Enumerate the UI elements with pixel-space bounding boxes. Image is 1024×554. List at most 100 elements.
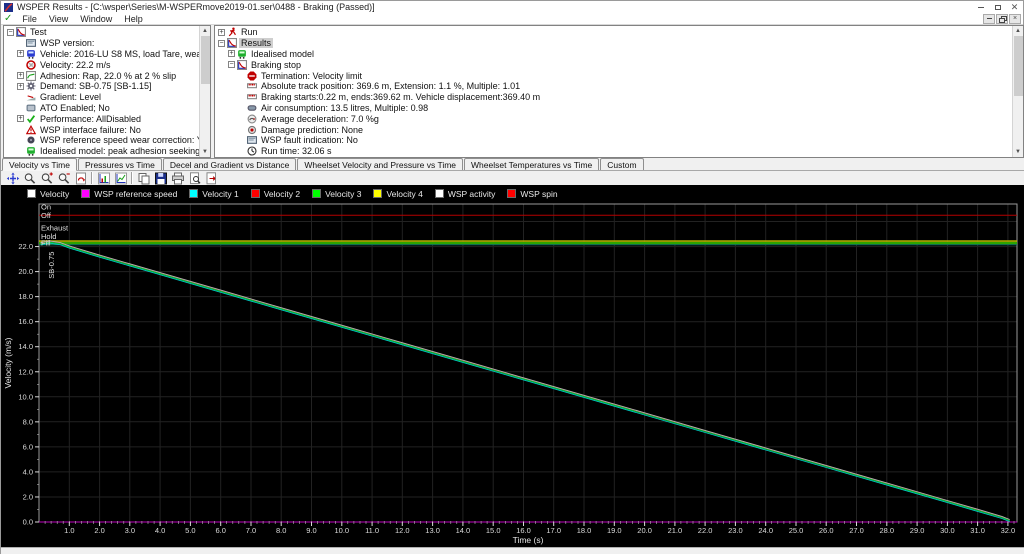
close-button[interactable]: ✕ [1006, 2, 1023, 13]
tree-item[interactable]: WSP version: [4, 38, 199, 49]
svg-text:4.0: 4.0 [155, 526, 165, 535]
svg-text:12.0: 12.0 [18, 367, 33, 376]
print-tool[interactable] [169, 171, 186, 185]
expand-toggle[interactable]: + [17, 72, 24, 80]
velocity-time-chart[interactable]: 1.0 2.0 3.0 4.0 5.0 6.0 7.0 8.0 9.0 10.0 11.0 12.0 1… [1, 201, 1024, 547]
tree-item-label: Air consumption: 13.5 litres, Multiple: … [261, 102, 429, 113]
tree-item[interactable]: + Performance: AllDisabled [4, 113, 199, 124]
expand-toggle[interactable]: − [228, 61, 235, 69]
tree-item[interactable]: − Test [4, 27, 199, 38]
legend-swatch [189, 189, 199, 198]
tab-custom[interactable]: Custom [600, 158, 644, 170]
save-tool[interactable] [152, 171, 169, 185]
tree-item[interactable]: WSP fault indication: No [215, 135, 1012, 146]
zoom-out-tool[interactable] [55, 171, 72, 185]
tree-item[interactable]: Gradient: Level [4, 92, 199, 103]
legend-item: Velocity 2 [250, 189, 300, 199]
tab-wheelset-temperatures-vs-time[interactable]: Wheelset Temperatures vs Time [464, 158, 600, 170]
chart-legend: Velocity WSP reference speed Velocity 1 Vel… [27, 188, 570, 199]
tree-item[interactable]: WSP interface failure: No [4, 124, 199, 135]
scroll-down-icon[interactable]: ▼ [199, 147, 210, 157]
tree-item[interactable]: Idealised model: peak adhesion seeking [4, 146, 199, 157]
child-restore-button[interactable] [996, 13, 1008, 24]
legend-swatch [81, 189, 91, 198]
child-minimize-button[interactable] [983, 13, 995, 24]
app-icon [4, 2, 13, 12]
svg-text:Off: Off [41, 211, 52, 220]
tree-item[interactable]: ATO Enabled; No [4, 103, 199, 114]
legend-label: WSP reference speed [94, 188, 178, 199]
svg-text:1.0: 1.0 [64, 526, 74, 535]
right-tree-scrollbar[interactable]: ▲ ▼ [1012, 26, 1023, 157]
results-tree-panel: + Run − Results + Idealised model − Braking sto… [214, 25, 1024, 158]
left-tree-scrollbar[interactable]: ▲ ▼ [199, 26, 210, 157]
tab-velocity-vs-time[interactable]: Velocity vs Time [2, 158, 77, 171]
tree-item[interactable]: + Idealised model [215, 49, 1012, 60]
expand-toggle[interactable]: + [17, 50, 24, 58]
zoom-in-tool[interactable] [38, 171, 55, 185]
scroll-thumb[interactable] [1013, 36, 1023, 96]
expand-toggle[interactable]: + [228, 50, 235, 58]
chart1-icon [97, 172, 110, 184]
scroll-up-icon[interactable]: ▲ [199, 26, 210, 36]
tree-item-label: WSP interface failure: No [40, 124, 141, 135]
scroll-down-icon[interactable]: ▼ [1012, 147, 1023, 157]
graph-style-tool[interactable] [112, 171, 129, 185]
legend-item: Velocity 4 [373, 189, 423, 199]
legend-item: Velocity 1 [189, 189, 239, 199]
tree-item[interactable]: Absolute track position: 369.6 m, Extens… [215, 81, 1012, 92]
scroll-thumb[interactable] [200, 36, 210, 84]
tree-item-label: Braking starts:0.22 m, ends:369.62 m. Ve… [261, 92, 541, 103]
tree-item[interactable]: 30 Velocity: 22.2 m/s [4, 59, 199, 70]
zoom-reset-tool[interactable] [72, 171, 89, 185]
tree-item[interactable]: Termination: Velocity limit [215, 70, 1012, 81]
menu-bar: ✓ File View Window Help × [1, 13, 1023, 25]
svg-text:23.0: 23.0 [728, 526, 743, 535]
expand-toggle[interactable]: + [17, 82, 24, 90]
menu-window[interactable]: Window [74, 14, 118, 24]
menu-view[interactable]: View [43, 14, 74, 24]
svg-text:26.0: 26.0 [819, 526, 834, 535]
tree-item[interactable]: − Results [215, 38, 1012, 49]
export-tool[interactable] [203, 171, 220, 185]
expand-toggle[interactable]: + [218, 28, 225, 36]
print-icon [171, 172, 184, 184]
svg-text:6.0: 6.0 [23, 442, 33, 451]
tab-decel-and-gradient-vs-distance[interactable]: Decel and Gradient vs Distance [162, 158, 297, 170]
tree-item[interactable]: + Vehicle: 2016-LU S8 MS, load Tare, wear… [4, 49, 199, 60]
pan-tool[interactable] [4, 171, 21, 185]
tree-item[interactable]: + Demand: SB-0.75 [SB-1.15] [4, 81, 199, 92]
svg-text:21.0: 21.0 [668, 526, 683, 535]
tree-item[interactable]: WSP reference speed wear correction: Yes [4, 135, 199, 146]
zoom-tool[interactable] [21, 171, 38, 185]
tree-item[interactable]: Run time: 32.06 s [215, 146, 1012, 157]
tree-item-label: Vehicle: 2016-LU S8 MS, load Tare, wear … [40, 48, 199, 59]
zoomout-icon [58, 172, 70, 184]
child-close-button[interactable]: × [1009, 13, 1021, 24]
tab-pressures-vs-time[interactable]: Pressures vs Time [77, 158, 162, 170]
tree-item-label: ATO Enabled; No [40, 102, 110, 113]
maximize-button[interactable] [989, 2, 1006, 13]
tree-item[interactable]: Average deceleration: 7.0 %g [215, 113, 1012, 124]
expand-toggle[interactable]: − [7, 28, 14, 36]
legend-item: WSP reference speed [81, 189, 177, 199]
legend-swatch [507, 189, 517, 198]
print-preview-tool[interactable] [186, 171, 203, 185]
tree-item[interactable]: + Adhesion: Rap, 22.0 % at 2 % slip [4, 70, 199, 81]
expand-toggle[interactable]: + [17, 115, 24, 123]
copy-tool[interactable] [135, 171, 152, 185]
tree-item[interactable]: + Run [215, 27, 1012, 38]
scroll-up-icon[interactable]: ▲ [1012, 26, 1023, 36]
tree-item[interactable]: Braking starts:0.22 m, ends:369.62 m. Ve… [215, 92, 1012, 103]
graph-options-tool[interactable] [95, 171, 112, 185]
minimize-button[interactable] [972, 2, 989, 13]
tree-item[interactable]: Air consumption: 13.5 litres, Multiple: … [215, 103, 1012, 114]
tree-item[interactable]: − Braking stop [215, 59, 1012, 70]
expand-toggle[interactable]: − [218, 39, 225, 47]
menu-file[interactable]: File [16, 14, 43, 24]
tab-wheelset-velocity-and-pressure-vs-time[interactable]: Wheelset Velocity and Pressure vs Time [297, 158, 464, 170]
svg-text:14.0: 14.0 [456, 526, 471, 535]
copy-icon [138, 172, 149, 184]
tree-item[interactable]: Damage prediction: None [215, 124, 1012, 135]
menu-help[interactable]: Help [118, 14, 149, 24]
